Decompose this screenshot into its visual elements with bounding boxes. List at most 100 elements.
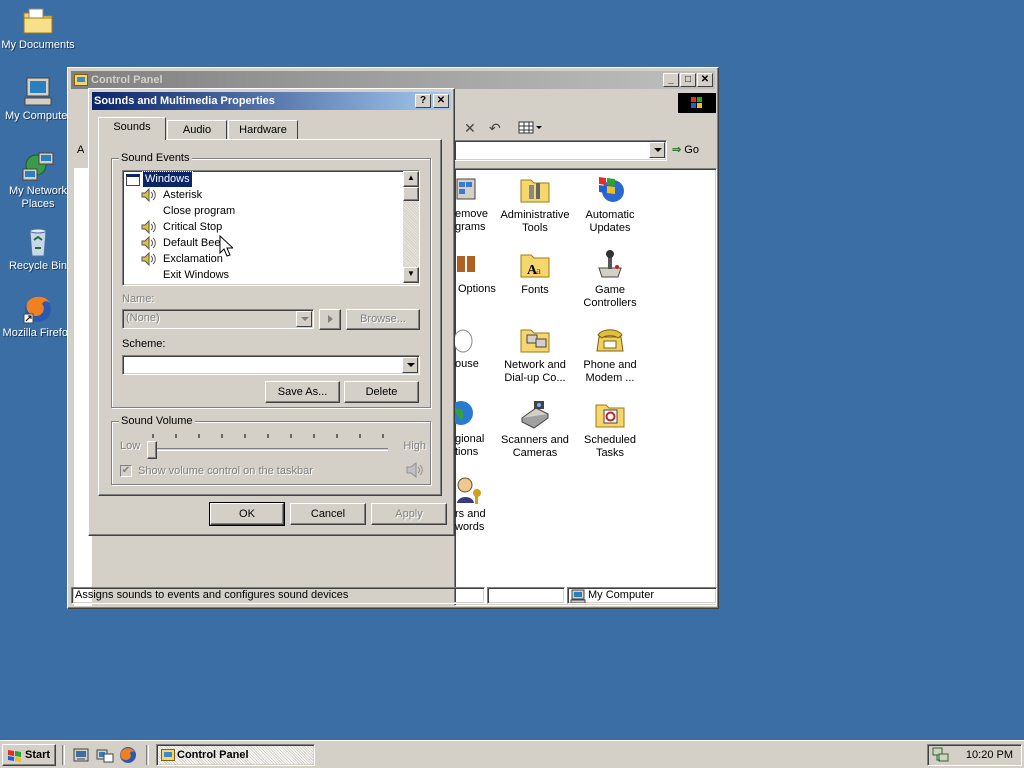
speaker-icon	[141, 187, 157, 203]
desktop-icon-my-computer[interactable]: My Computer	[0, 76, 76, 123]
recycle-bin-icon	[21, 226, 55, 258]
cp-item-game-controllers[interactable]: Game Controllers	[570, 248, 650, 310]
sound-volume-group: Sound Volume Low High ✔ Show volume cont…	[111, 414, 431, 485]
telephone-icon	[593, 323, 627, 355]
window-title: Control Panel	[91, 74, 163, 86]
taskbar-control-panel-button[interactable]: Control Panel	[156, 744, 315, 766]
cp-item-automatic-updates[interactable]: Automatic Updates	[570, 173, 650, 235]
windows-flag-icon	[593, 173, 627, 205]
ok-button[interactable]: OK	[209, 502, 285, 526]
partial-item-add-remove-programs[interactable]: emove grams	[455, 208, 488, 234]
list-item-windows[interactable]: Windows	[142, 171, 193, 188]
list-item-critical-stop[interactable]: Critical Stop	[163, 220, 222, 235]
apply-button[interactable]: Apply	[371, 503, 447, 525]
sound-events-list[interactable]: Windows Asterisk Close program Critical …	[122, 170, 420, 286]
volume-slider[interactable]	[144, 432, 392, 460]
sound-events-label: Sound Events	[119, 151, 192, 165]
tab-audio[interactable]: Audio	[167, 120, 227, 141]
control-panel-titlebar[interactable]: Control Panel _ □ ✕	[71, 71, 715, 89]
explorer-icon[interactable]	[96, 747, 114, 763]
maximize-button[interactable]: □	[680, 73, 696, 87]
firefox-icon	[21, 293, 55, 325]
desktop-icon-label: Mozilla Firefox	[2, 327, 74, 339]
list-item-asterisk[interactable]: Asterisk	[163, 188, 202, 203]
minimize-button[interactable]: _	[663, 73, 679, 87]
list-item-close-program[interactable]: Close program	[163, 204, 235, 219]
list-scrollbar[interactable]: ▲ ▼	[403, 171, 419, 283]
show-volume-checkbox[interactable]: ✔	[120, 465, 132, 477]
clock[interactable]: 10:20 PM	[966, 745, 1013, 765]
taskbar: Start Control Panel 10:20 PM	[0, 740, 1024, 768]
go-arrow-icon: ⇒	[672, 144, 682, 156]
volume-high-label: High	[403, 440, 426, 452]
speaker-icon	[141, 219, 157, 235]
scroll-up-button[interactable]: ▲	[403, 171, 419, 187]
play-button[interactable]	[319, 309, 341, 330]
show-desktop-icon[interactable]	[73, 747, 89, 763]
address-dropdown-arrow[interactable]	[649, 142, 665, 158]
sound-events-group: Sound Events Windows Asterisk Close prog…	[111, 151, 431, 408]
desktop-icon-my-documents[interactable]: My Documents	[0, 5, 76, 52]
control-panel-small-icon	[161, 749, 175, 761]
delete-button[interactable]: Delete	[344, 381, 419, 403]
list-item-exclamation[interactable]: Exclamation	[163, 252, 223, 267]
close-button[interactable]: ✕	[697, 73, 713, 87]
cp-item-phone-and-modem[interactable]: Phone and Modem ...	[570, 323, 650, 385]
tab-sounds[interactable]: Sounds	[98, 117, 166, 140]
firefox-quicklaunch-icon[interactable]	[119, 746, 137, 764]
dialog-titlebar[interactable]: Sounds and Multimedia Properties ? ✕	[92, 92, 451, 110]
scroll-down-button[interactable]: ▼	[403, 267, 419, 283]
partial-item-users-and-passwords[interactable]: rs and words	[455, 508, 486, 534]
cp-item-administrative-tools[interactable]: Administrative Tools	[495, 173, 575, 235]
regional-options-icon	[449, 398, 479, 428]
control-panel-icon-view: emove grams Options ouse gional tions rs a…	[449, 168, 717, 606]
views-toolbar-button[interactable]	[518, 120, 544, 136]
partial-item-mouse[interactable]: ouse	[455, 358, 479, 371]
add-remove-programs-icon	[455, 173, 479, 203]
show-volume-label: Show volume control on the taskbar	[138, 465, 313, 477]
desktop-icon-recycle-bin[interactable]: Recycle Bin	[0, 226, 76, 273]
desktop-icon-my-network-places[interactable]: My Network Places	[0, 151, 76, 211]
slider-thumb[interactable]	[147, 441, 157, 459]
undo-toolbar-icon[interactable]: ↶	[489, 120, 505, 136]
speaker-icon	[141, 235, 157, 251]
partial-item-regional-options[interactable]: gional tions	[455, 433, 484, 459]
list-item-exit-windows[interactable]: Exit Windows	[163, 268, 229, 283]
network-tray-icon[interactable]	[932, 747, 950, 763]
name-combo[interactable]: (None)	[122, 309, 314, 329]
sounds-multimedia-dialog[interactable]: Sounds and Multimedia Properties ? ✕ Sou…	[88, 88, 455, 536]
start-button[interactable]: Start	[2, 744, 56, 766]
name-label: Name:	[122, 293, 155, 305]
cp-item-scheduled-tasks[interactable]: Scheduled Tasks	[570, 398, 650, 460]
desktop-icon-label: My Network	[8, 185, 68, 197]
go-button[interactable]: ⇒ Go	[672, 140, 712, 160]
name-dropdown-arrow[interactable]	[296, 311, 312, 327]
cancel-button[interactable]: Cancel	[290, 503, 366, 525]
scroll-thumb[interactable]	[403, 187, 419, 201]
help-button[interactable]: ?	[415, 94, 431, 108]
windows-logo	[678, 93, 716, 113]
cp-item-network-and-dialup[interactable]: Network and Dial-up Co...	[495, 323, 575, 385]
windows-category-icon	[126, 174, 140, 186]
desktop-icon-mozilla-firefox[interactable]: Mozilla Firefox	[0, 293, 76, 340]
partial-item-accessibility-options[interactable]: Options	[458, 283, 496, 296]
scheme-combo[interactable]	[122, 355, 420, 375]
delete-toolbar-icon[interactable]: ✕	[464, 120, 480, 136]
address-combo[interactable]	[454, 140, 667, 161]
save-as-button[interactable]: Save As...	[265, 381, 340, 403]
desktop-icon-label: My Computer	[4, 110, 72, 122]
dialog-close-button[interactable]: ✕	[433, 94, 449, 108]
cp-item-scanners-and-cameras[interactable]: Scanners and Cameras	[495, 398, 575, 460]
list-item-default-beep[interactable]: Default Beep	[163, 236, 227, 251]
windows-flag-icon	[8, 750, 21, 762]
scheme-dropdown-arrow[interactable]	[402, 357, 418, 373]
slider-track	[148, 448, 388, 451]
network-icon	[21, 151, 55, 183]
speaker-icon	[141, 251, 157, 267]
go-label: Go	[684, 144, 699, 156]
browse-button[interactable]: Browse...	[346, 309, 420, 330]
cp-item-fonts[interactable]: Aa Fonts	[495, 248, 575, 297]
joystick-icon	[593, 248, 627, 280]
tab-hardware[interactable]: Hardware	[228, 120, 298, 141]
computer-icon	[21, 76, 55, 108]
